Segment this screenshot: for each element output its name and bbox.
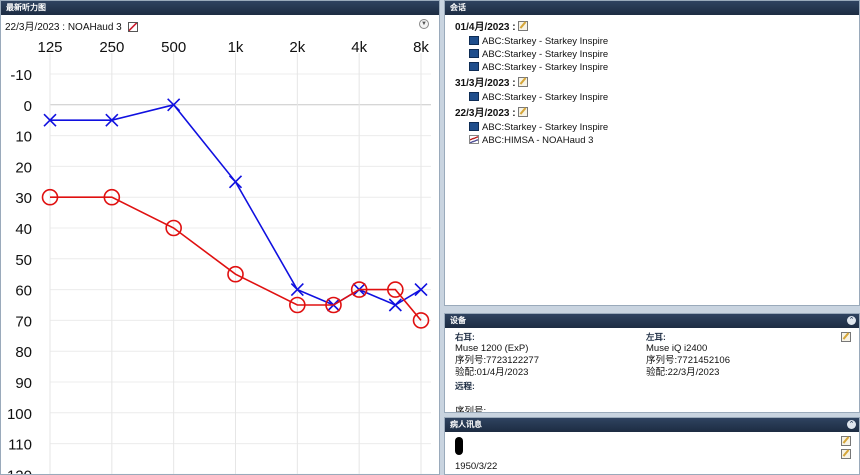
devices-title: 设备 bbox=[450, 316, 466, 325]
right-ear-device: 右耳: Muse 1200 (ExP) 序列号:7723122277 验配:01… bbox=[455, 331, 539, 379]
audiogram-header: 最新听力图 bbox=[1, 1, 439, 15]
session-date-label: 31/3月/2023 : bbox=[455, 78, 516, 89]
left-ear-fitted: 验配:22/3月/2023 bbox=[646, 367, 720, 378]
left-ear-label: 左耳: bbox=[646, 332, 666, 342]
x-tick-label: 2k bbox=[289, 39, 305, 56]
device-edit-icon[interactable] bbox=[841, 332, 851, 342]
session-entry[interactable]: ABC:Starkey - Starkey Inspire bbox=[455, 91, 859, 104]
session-date: 01/4月/2023 : bbox=[455, 21, 859, 35]
sessions-panel: 会话 01/4月/2023 : ABC:Starkey - Starkey Ins… bbox=[444, 0, 860, 306]
session-date-label: 01/4月/2023 : bbox=[455, 22, 516, 33]
y-tick-label: 120 bbox=[7, 467, 32, 475]
edit-session-icon[interactable] bbox=[517, 77, 528, 87]
remote-serial: 序列号: bbox=[455, 406, 487, 413]
y-tick-label: 40 bbox=[15, 221, 32, 238]
session-entry-label: ABC:Starkey - Starkey Inspire bbox=[482, 62, 609, 73]
x-tick-label: 125 bbox=[37, 39, 62, 56]
sessions-header: 会话 bbox=[445, 1, 859, 15]
session-date-label: 22/3月/2023 : bbox=[455, 108, 516, 119]
remote-label: 远程: bbox=[455, 381, 475, 391]
x-tick-label: 4k bbox=[351, 39, 367, 56]
x-tick-label: 500 bbox=[161, 39, 186, 56]
module-icon bbox=[469, 49, 479, 58]
y-tick-label: 50 bbox=[15, 252, 32, 269]
avatar bbox=[455, 437, 463, 455]
x-tick-label: 250 bbox=[99, 39, 124, 56]
right-ear-model: Muse 1200 (ExP) bbox=[455, 343, 529, 354]
session-entry[interactable]: ABC:Starkey - Starkey Inspire bbox=[455, 61, 859, 74]
patient-panel: 病人讯息 ⌃ 1950/3/22 男性 bbox=[444, 417, 860, 475]
module-icon bbox=[469, 122, 479, 131]
session-list: 01/4月/2023 : ABC:Starkey - Starkey Inspir… bbox=[445, 15, 859, 147]
y-tick-label: 70 bbox=[15, 313, 32, 330]
session-entry-label: ABC:Starkey - Starkey Inspire bbox=[482, 122, 609, 133]
audiogram-toolbar: 22/3月/2023 : NOAHaud 3 ▼ bbox=[1, 15, 439, 33]
module-icon bbox=[469, 36, 479, 45]
session-entry[interactable]: ABC:Starkey - Starkey Inspire bbox=[455, 121, 859, 134]
y-tick-label: 100 bbox=[7, 406, 32, 423]
y-tick-label: 60 bbox=[15, 283, 32, 300]
session-entry-label: ABC:Starkey - Starkey Inspire bbox=[482, 36, 609, 47]
y-tick-label: 110 bbox=[8, 437, 32, 454]
data-point-x bbox=[388, 298, 402, 312]
session-date: 22/3月/2023 : bbox=[455, 107, 859, 121]
y-tick-label: 90 bbox=[15, 375, 32, 392]
x-tick-label: 8k bbox=[413, 39, 429, 56]
audiogram-chart: 125 250 500 1k 2k 4k 8k -10 0 10 20 30 40 50 60 70 80 90 1… bbox=[7, 39, 431, 475]
chevron-down-icon[interactable]: ▼ bbox=[419, 19, 429, 29]
left-ear-device: 左耳: Muse iQ i2400 序列号:7721452106 验配:22/3… bbox=[646, 331, 730, 379]
patient-add-icon[interactable] bbox=[841, 449, 851, 459]
module-icon bbox=[469, 92, 479, 101]
session-entry-label: ABC:Starkey - Starkey Inspire bbox=[482, 49, 609, 60]
y-tick-label: -10 bbox=[10, 67, 32, 84]
session-entry[interactable]: ABC:Starkey - Starkey Inspire bbox=[455, 48, 859, 61]
session-entry-label: ABC:HIMSA - NOAHaud 3 bbox=[482, 135, 594, 146]
audiogram-session-icon[interactable] bbox=[127, 22, 138, 33]
module-icon bbox=[469, 62, 479, 71]
edit-session-icon[interactable] bbox=[517, 107, 528, 117]
session-entry[interactable]: ABC:Starkey - Starkey Inspire bbox=[455, 35, 859, 48]
devices-panel: 设备 ⌃ 右耳: Muse 1200 (ExP) 序列号:7723122277 … bbox=[444, 313, 860, 413]
session-entry-label: ABC:Starkey - Starkey Inspire bbox=[482, 92, 609, 103]
collapse-icon[interactable]: ⌃ bbox=[847, 316, 856, 325]
left-ear-model: Muse iQ i2400 bbox=[646, 343, 708, 354]
session-date: 31/3月/2023 : bbox=[455, 77, 859, 91]
audiogram-panel: 最新听力图 22/3月/2023 : NOAHaud 3 ▼ 125 250 500… bbox=[0, 0, 440, 475]
x-tick-label: 1k bbox=[228, 39, 244, 56]
edit-session-icon[interactable] bbox=[517, 21, 528, 31]
himsa-icon bbox=[469, 135, 479, 144]
right-ear-serial: 序列号:7723122277 bbox=[455, 355, 539, 366]
patient-dob: 1950/3/22 bbox=[455, 461, 498, 472]
y-tick-label: 0 bbox=[24, 98, 32, 115]
patient-header: 病人讯息 ⌃ bbox=[445, 418, 859, 432]
session-entry[interactable]: ABC:HIMSA - NOAHaud 3 bbox=[455, 134, 859, 147]
right-ear-label: 右耳: bbox=[455, 332, 475, 342]
y-tick-label: 30 bbox=[15, 190, 32, 207]
patient-title: 病人讯息 bbox=[450, 420, 482, 429]
right-ear-fitted: 验配:01/4月/2023 bbox=[455, 367, 529, 378]
collapse-icon[interactable]: ⌃ bbox=[847, 420, 856, 429]
patient-edit-icon[interactable] bbox=[841, 436, 851, 446]
devices-header: 设备 ⌃ bbox=[445, 314, 859, 328]
audiogram-session-label: 22/3月/2023 : NOAHaud 3 bbox=[5, 22, 122, 33]
left-ear-serial: 序列号:7721452106 bbox=[646, 355, 730, 366]
y-tick-label: 10 bbox=[15, 129, 32, 146]
y-tick-label: 20 bbox=[15, 159, 32, 176]
y-tick-label: 80 bbox=[15, 344, 32, 361]
